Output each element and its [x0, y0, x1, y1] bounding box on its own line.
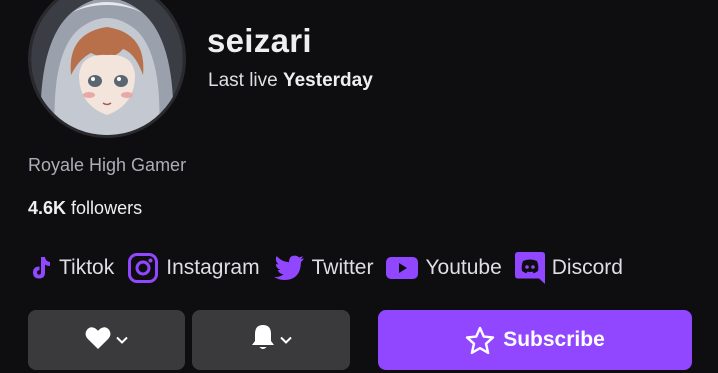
- twitter-icon: [273, 254, 305, 282]
- channel-bio: Royale High Gamer: [28, 155, 187, 175]
- chevron-down-icon: [279, 336, 292, 344]
- social-label: Discord: [551, 256, 623, 279]
- social-links: Tiktok Instagram Twitter Youtube Discord: [28, 251, 636, 285]
- followers-label: followers: [71, 198, 143, 218]
- last-live-status: Last live Yesterday: [208, 70, 373, 92]
- last-live-value: Yesterday: [282, 70, 373, 91]
- notifications-button[interactable]: [192, 310, 350, 370]
- discord-icon: [514, 252, 545, 284]
- social-link-discord[interactable]: Discord: [514, 252, 623, 284]
- social-link-youtube[interactable]: Youtube: [386, 256, 502, 280]
- subscribe-button[interactable]: Subscribe: [378, 310, 692, 370]
- instagram-icon: [127, 252, 159, 284]
- avatar[interactable]: [28, 0, 186, 138]
- channel-header: seizari Last live Yesterday Royale High …: [0, 0, 718, 373]
- social-label: Tiktok: [59, 256, 115, 279]
- followers-count: 4.6K followers: [28, 198, 142, 219]
- last-live-label: Last live: [208, 70, 278, 91]
- subscribe-label: Subscribe: [503, 328, 605, 351]
- avatar-image: [31, 0, 183, 135]
- youtube-icon: [386, 256, 419, 280]
- social-label: Youtube: [425, 256, 502, 279]
- channel-username: seizari: [207, 22, 312, 59]
- social-label: Twitter: [311, 256, 374, 279]
- star-icon: [465, 326, 495, 355]
- tiktok-icon: [28, 255, 52, 281]
- heart-icon: [85, 326, 111, 355]
- follow-button[interactable]: [28, 310, 185, 370]
- social-link-instagram[interactable]: Instagram: [127, 252, 260, 284]
- social-link-tiktok[interactable]: Tiktok: [28, 255, 114, 281]
- bell-icon: [251, 324, 275, 356]
- chevron-down-icon: [116, 336, 128, 344]
- social-link-twitter[interactable]: Twitter: [273, 254, 374, 282]
- social-label: Instagram: [166, 256, 260, 279]
- followers-number: 4.6K: [28, 198, 67, 218]
